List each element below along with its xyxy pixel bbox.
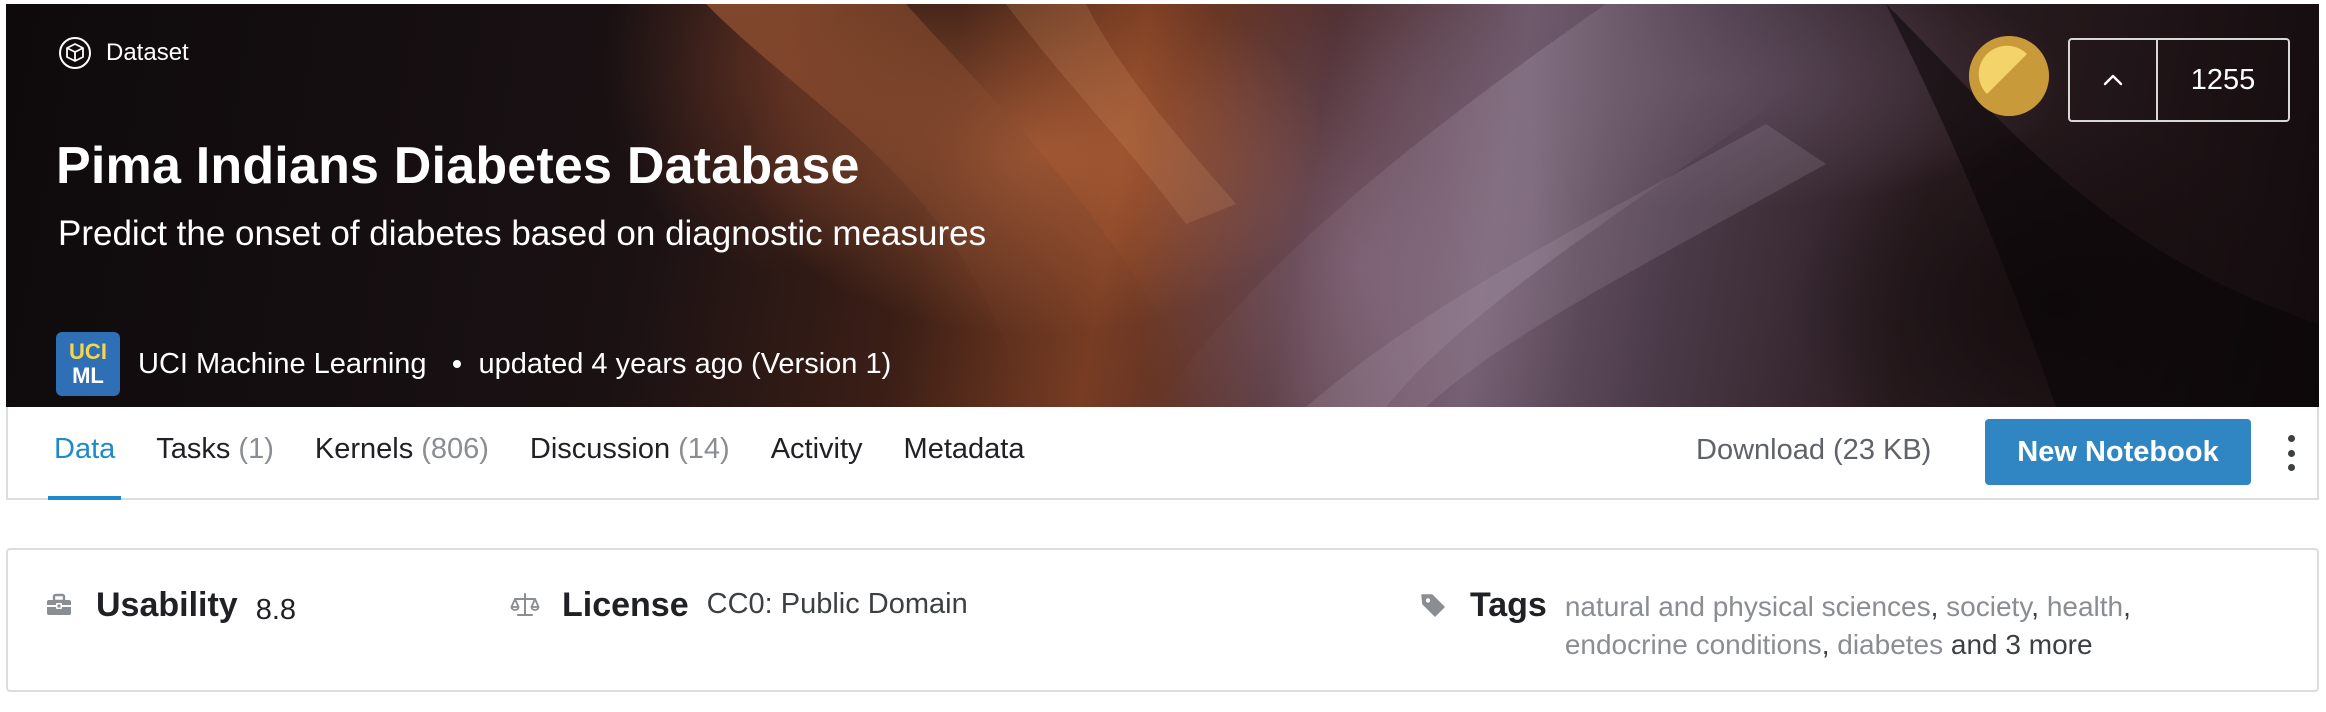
scales-icon: [510, 593, 540, 616]
kebab-dot: [2287, 449, 2295, 457]
avatar-line-2: ML: [72, 363, 104, 388]
tag-icon: [1421, 594, 1445, 617]
license-value[interactable]: CC0: Public Domain: [707, 586, 968, 621]
tag-separator: ,: [1930, 591, 1939, 622]
tab-count: (1): [238, 433, 274, 465]
tag-separator: ,: [1821, 629, 1830, 660]
dataset-subtitle: Predict the onset of diabetes based on d…: [58, 214, 987, 253]
kebab-dot: [2287, 435, 2295, 442]
tag-list: natural and physical sciences, society, …: [1565, 586, 2205, 664]
tag-link[interactable]: endocrine conditions: [1565, 629, 1822, 660]
avatar-line-1: UCI: [69, 339, 107, 364]
tag-link[interactable]: health: [2047, 591, 2123, 622]
dataset-header-banner: Dataset Pima Indians Diabetes Database P…: [6, 4, 2319, 407]
tab-label: Tasks: [156, 433, 231, 465]
new-notebook-button[interactable]: New Notebook: [1985, 419, 2251, 485]
usability-section: Usability 8.8: [44, 586, 296, 627]
tab-label: Activity: [770, 433, 863, 465]
dataset-tab-bar: Data Tasks (1) Kernels (806) Discussion …: [6, 407, 2319, 500]
upvote-widget: 1255: [2068, 38, 2290, 122]
more-tags-link[interactable]: and 3 more: [1951, 629, 2093, 660]
tag-link[interactable]: natural and physical sciences: [1565, 591, 1931, 622]
license-label: License: [562, 586, 689, 624]
separator-dot: [452, 360, 461, 368]
owner-name-link[interactable]: UCI Machine Learning: [138, 348, 427, 381]
dataset-title: Pima Indians Diabetes Database: [56, 137, 860, 195]
owner-row: UCI ML UCI Machine Learning updated 4 ye…: [56, 332, 891, 396]
tag-separator: ,: [2031, 591, 2040, 622]
tab-count: (14): [678, 433, 730, 465]
tab-label: Discussion: [529, 433, 671, 465]
tag-separator: ,: [2123, 591, 2131, 622]
tags-label: Tags: [1470, 586, 1547, 624]
updated-text: updated 4 years ago (Version 1): [478, 347, 892, 380]
toolbox-icon: [47, 593, 71, 615]
gold-medal-icon[interactable]: [1969, 36, 2049, 116]
usability-label: Usability: [96, 586, 238, 624]
kebab-dot: [2287, 464, 2295, 471]
kebab-menu-icon[interactable]: [2278, 431, 2304, 475]
tab-label: Data: [54, 433, 116, 465]
tab-discussion[interactable]: Discussion (14): [530, 407, 730, 498]
usability-value: 8.8: [255, 594, 297, 626]
dataset-kicker: Dataset: [58, 36, 189, 70]
tab-data[interactable]: Data: [47, 407, 122, 500]
license-section: License CC0: Public Domain: [510, 586, 968, 625]
download-button[interactable]: Download (23 KB): [1696, 407, 1931, 498]
upvote-button[interactable]: [2070, 40, 2158, 120]
upvote-count: 1255: [2190, 63, 2256, 96]
chevron-up-icon: [2103, 74, 2123, 86]
tags-section: Tags natural and physical sciences, soci…: [1418, 586, 2205, 664]
dataset-info-card: Usability 8.8 License CC0: Public Domain…: [6, 548, 2319, 692]
tab-metadata[interactable]: Metadata: [904, 407, 1025, 498]
owner-avatar[interactable]: UCI ML: [56, 332, 120, 396]
tab-kernels[interactable]: Kernels (806): [315, 407, 489, 498]
tab-label: Metadata: [903, 433, 1025, 465]
tab-tasks[interactable]: Tasks (1): [156, 407, 274, 498]
dataset-cube-icon: [59, 37, 91, 69]
tag-link[interactable]: society: [1946, 591, 2031, 622]
tag-link[interactable]: diabetes: [1837, 629, 1943, 660]
dataset-kicker-label: Dataset: [106, 39, 189, 66]
tab-activity[interactable]: Activity: [771, 407, 863, 498]
tab-label: Kernels: [314, 433, 414, 465]
tab-list: Data Tasks (1) Kernels (806) Discussion …: [47, 407, 1065, 500]
tab-count: (806): [421, 433, 489, 465]
